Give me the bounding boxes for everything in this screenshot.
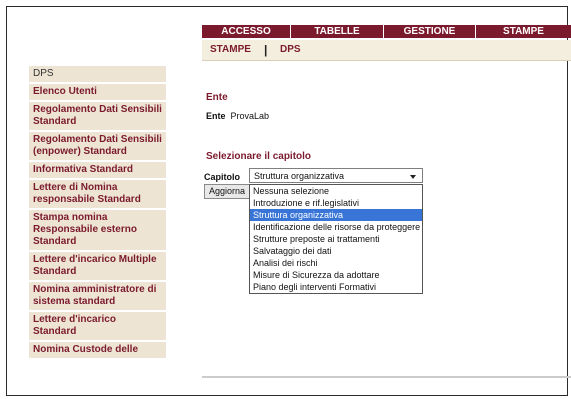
capitolo-selected-value: Struttura organizzativa — [254, 171, 345, 181]
dropdown-option[interactable]: Identificazione delle risorse da protegg… — [250, 221, 422, 233]
sidebar-item-stampa-nomina-esterno[interactable]: Stampa nomina Responsabile esterno Stand… — [29, 210, 166, 252]
capitolo-dropdown-list: Nessuna selezione Introduzione e rif.leg… — [249, 184, 423, 294]
ente-label: Ente — [206, 111, 226, 121]
subnav-dps[interactable]: DPS — [280, 40, 301, 60]
capitolo-select[interactable]: Struttura organizzativa — [249, 168, 423, 183]
top-navigation: ACCESSO TABELLE GESTIONE STAMPE — [202, 25, 571, 38]
subnav-stampe[interactable]: STAMPE — [210, 40, 251, 60]
ente-row: Ente ProvaLab — [206, 111, 269, 121]
dropdown-option[interactable]: Introduzione e rif.legislativi — [250, 197, 422, 209]
sidebar-item-informativa[interactable]: Informativa Standard — [29, 162, 166, 180]
sidebar-item-regolamento-dati-sensibili[interactable]: Regolamento Dati Sensibili Standard — [29, 102, 166, 132]
tab-accesso[interactable]: ACCESSO — [202, 25, 290, 38]
dropdown-option-selected[interactable]: Struttura organizzativa — [250, 209, 422, 221]
sidebar: DPS Elenco Utenti Regolamento Dati Sensi… — [29, 66, 166, 360]
dropdown-option[interactable]: Strutture preposte ai trattamenti — [250, 233, 422, 245]
tab-stampe[interactable]: STAMPE — [475, 25, 571, 38]
dropdown-option[interactable]: Analisi dei rischi — [250, 257, 422, 269]
sidebar-item-lettere-incarico-multiple[interactable]: Lettere d'incarico Multiple Standard — [29, 252, 166, 282]
ente-value: ProvaLab — [230, 111, 270, 121]
subnav-separator: | — [264, 43, 268, 57]
ente-heading: Ente — [206, 92, 228, 103]
dropdown-option[interactable]: Misure di Sicurezza da adottare — [250, 269, 422, 281]
dropdown-option[interactable]: Nessuna selezione — [250, 185, 422, 197]
aggiorna-button[interactable]: Aggiorna — [204, 184, 252, 199]
sidebar-item-nomina-amministratore[interactable]: Nomina amministratore di sistema standar… — [29, 282, 166, 312]
capitolo-label: Capitolo — [204, 172, 240, 182]
dropdown-option[interactable]: Piano degli interventi Formativi — [250, 281, 422, 293]
footer-divider — [202, 376, 571, 378]
dropdown-option[interactable]: Salvataggio dei dati — [250, 245, 422, 257]
tab-tabelle[interactable]: TABELLE — [290, 25, 383, 38]
sidebar-item-lettere-incarico[interactable]: Lettere d'incarico Standard — [29, 312, 166, 342]
tab-gestione[interactable]: GESTIONE — [383, 25, 475, 38]
sidebar-item-regolamento-enpower[interactable]: Regolamento Dati Sensibili (enpower) Sta… — [29, 132, 166, 162]
dropdown-arrow-icon — [410, 175, 416, 179]
sidebar-item-dps[interactable]: DPS — [29, 66, 166, 84]
sidebar-item-nomina-custode[interactable]: Nomina Custode delle — [29, 342, 166, 360]
section-title: Selezionare il capitolo — [206, 151, 312, 162]
sidebar-item-elenco-utenti[interactable]: Elenco Utenti — [29, 84, 166, 102]
sidebar-item-lettere-nomina[interactable]: Lettere di Nomina responsabile Standard — [29, 180, 166, 210]
sub-navigation: STAMPE | DPS — [202, 40, 571, 61]
